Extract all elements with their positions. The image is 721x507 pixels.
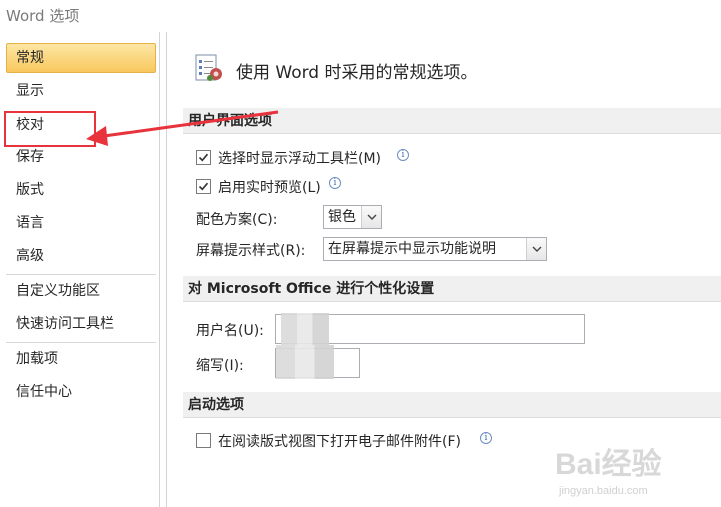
watermark-text: Bai经验 bbox=[555, 447, 662, 481]
baidu-watermark: Bai经验 jingyan.baidu.com bbox=[555, 440, 715, 504]
watermark-subtext: jingyan.baidu.com bbox=[558, 485, 648, 497]
annotation-arrow-icon bbox=[86, 110, 279, 146]
